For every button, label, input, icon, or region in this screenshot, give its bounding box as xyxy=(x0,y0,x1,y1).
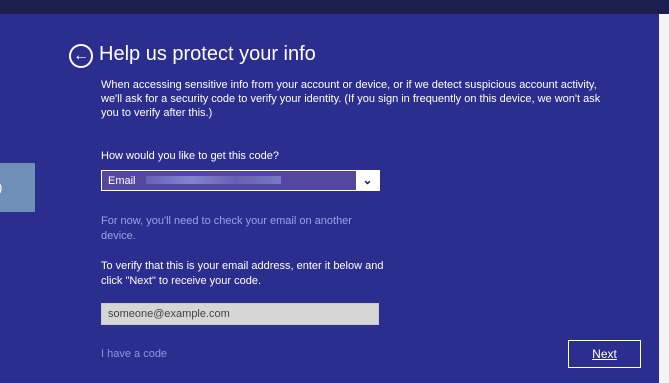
masked-email-address xyxy=(145,176,281,184)
verification-method-select[interactable]: Email ⌄ xyxy=(101,170,380,191)
next-button[interactable]: Next xyxy=(568,340,641,368)
intro-text: When accessing sensitive info from your … xyxy=(101,79,601,119)
delivery-note: For now, you'll need to check your email… xyxy=(101,215,352,242)
top-strip xyxy=(0,0,669,14)
email-field[interactable] xyxy=(101,303,379,325)
selected-method-label: Email xyxy=(108,175,136,187)
have-code-link[interactable]: I have a code xyxy=(101,347,167,361)
side-tab: ) xyxy=(0,163,35,212)
selected-method: Email xyxy=(108,174,281,188)
dropdown-button[interactable]: ⌄ xyxy=(356,171,379,190)
chevron-down-icon: ⌄ xyxy=(362,173,373,187)
method-question: How would you like to get this code? xyxy=(101,150,279,162)
security-verification-screen: ) ← Help us protect your info When acces… xyxy=(0,0,669,383)
page-title: Help us protect your info xyxy=(99,43,316,65)
back-button[interactable]: ← xyxy=(69,44,93,68)
right-edge xyxy=(659,14,669,383)
side-tab-text: ) xyxy=(0,180,2,195)
back-arrow-icon: ← xyxy=(73,47,89,64)
verify-instruction: To verify that this is your email addres… xyxy=(101,260,384,287)
